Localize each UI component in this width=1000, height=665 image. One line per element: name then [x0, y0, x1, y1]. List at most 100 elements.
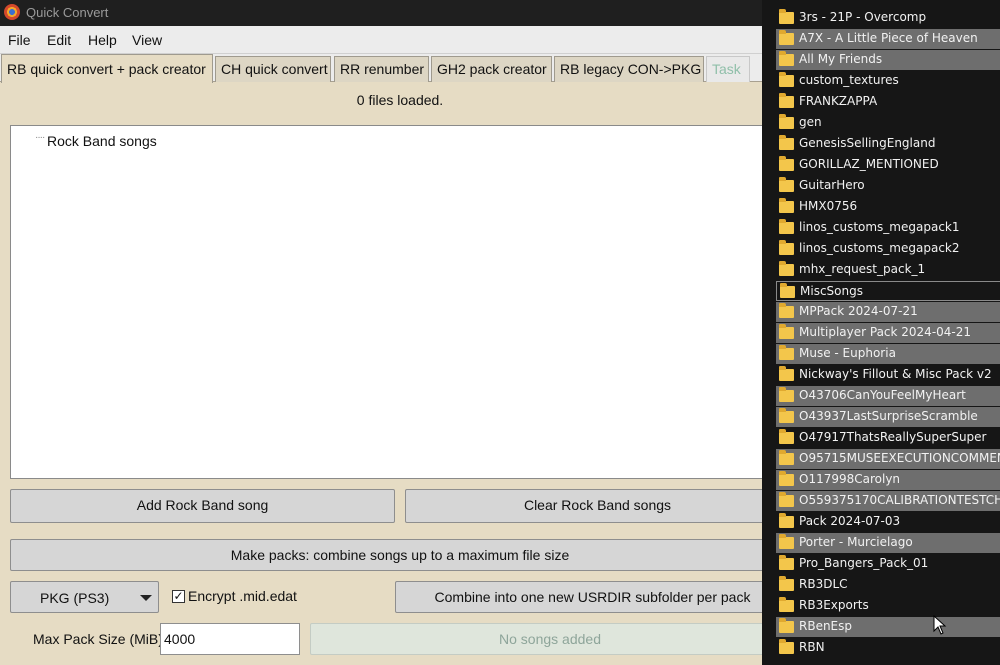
- rock-band-songs-tree[interactable]: ···· Rock Band songs: [10, 125, 762, 479]
- folder-item[interactable]: Multiplayer Pack 2024-04-21: [776, 323, 1000, 343]
- folder-name: O117998Carolyn: [799, 472, 901, 486]
- folder-name: Nickway's Fillout & Misc Pack v2: [799, 367, 992, 381]
- folder-icon: [779, 387, 794, 402]
- chevron-down-icon: [140, 595, 152, 601]
- folder-item[interactable]: O43706CanYouFeelMyHeart: [776, 386, 1000, 406]
- folder-item[interactable]: RB3DLC: [776, 575, 1000, 595]
- folder-name: Pro_Bangers_Pack_01: [799, 556, 929, 570]
- folder-name: linos_customs_megapack2: [799, 241, 960, 255]
- title-bar: Quick Convert: [0, 0, 762, 26]
- folder-item[interactable]: Muse - Euphoria: [776, 344, 1000, 364]
- folder-name: GORILLAZ_MENTIONED: [799, 157, 939, 171]
- folder-name: HMX0756: [799, 199, 858, 213]
- folder-icon: [779, 576, 794, 591]
- folder-item[interactable]: MiscSongs: [776, 281, 1000, 301]
- folder-icon: [779, 408, 794, 423]
- folder-icon: [779, 555, 794, 570]
- folder-item[interactable]: FRANKZAPPA: [776, 92, 1000, 112]
- folder-item[interactable]: RBenEsp: [776, 617, 1000, 637]
- folder-item[interactable]: GuitarHero: [776, 176, 1000, 196]
- folder-icon: [779, 51, 794, 66]
- folder-name: linos_customs_megapack1: [799, 220, 960, 234]
- menu-file[interactable]: File: [8, 32, 31, 48]
- folder-name: O95715MUSEEXECUTIONCOMMENTA: [799, 451, 1000, 465]
- folder-name: MiscSongs: [800, 284, 863, 298]
- tab-rb-legacy-con-pkg[interactable]: RB legacy CON->PKG: [554, 56, 704, 82]
- folder-item[interactable]: Pro_Bangers_Pack_01: [776, 554, 1000, 574]
- folder-item[interactable]: 3rs - 21P - Overcomp: [776, 8, 1000, 28]
- tab-ch-quick-convert[interactable]: CH quick convert: [215, 56, 331, 82]
- platform-dropdown[interactable]: PKG (PS3): [10, 581, 159, 613]
- folder-item[interactable]: linos_customs_megapack1: [776, 218, 1000, 238]
- folder-icon: [779, 9, 794, 24]
- no-songs-added-button[interactable]: No songs added: [310, 623, 762, 655]
- tab-bar: RB quick convert + pack creator CH quick…: [0, 54, 762, 83]
- folder-item[interactable]: GenesisSellingEngland: [776, 134, 1000, 154]
- folder-item[interactable]: O117998Carolyn: [776, 470, 1000, 490]
- folder-item[interactable]: O559375170CALIBRATIONTESTCH: [776, 491, 1000, 511]
- menu-bar: File Edit Help View: [0, 26, 762, 54]
- folder-item[interactable]: linos_customs_megapack2: [776, 239, 1000, 259]
- folder-icon: [779, 639, 794, 654]
- folder-name: Muse - Euphoria: [799, 346, 896, 360]
- folder-item[interactable]: A7X - A Little Piece of Heaven: [776, 29, 1000, 49]
- folder-icon: [779, 366, 794, 381]
- encrypt-label: Encrypt .mid.edat: [188, 588, 297, 604]
- folder-name: Multiplayer Pack 2024-04-21: [799, 325, 972, 339]
- folder-item[interactable]: mhx_request_pack_1: [776, 260, 1000, 280]
- folder-icon: [779, 156, 794, 171]
- folder-item[interactable]: O47917ThatsReallySuperSuper: [776, 428, 1000, 448]
- tab-task[interactable]: Task: [706, 56, 750, 82]
- folder-item[interactable]: RB3Exports: [776, 596, 1000, 616]
- folder-icon: [779, 198, 794, 213]
- folder-item[interactable]: Pack 2024-07-03: [776, 512, 1000, 532]
- folder-name: GuitarHero: [799, 178, 865, 192]
- folder-icon: [779, 240, 794, 255]
- folder-icon: [779, 135, 794, 150]
- folder-item[interactable]: All My Friends: [776, 50, 1000, 70]
- folder-name: GenesisSellingEngland: [799, 136, 936, 150]
- platform-selected: PKG (PS3): [40, 590, 110, 606]
- combine-usrdir-button[interactable]: Combine into one new USRDIR subfolder pe…: [395, 581, 762, 613]
- folder-icon: [779, 114, 794, 129]
- folder-name: custom_textures: [799, 73, 899, 87]
- add-rock-band-song-button[interactable]: Add Rock Band song: [10, 489, 395, 523]
- folder-icon: [779, 429, 794, 444]
- folder-icon: [779, 345, 794, 360]
- folder-name: O559375170CALIBRATIONTESTCH: [799, 493, 1000, 507]
- folder-name: O43937LastSurpriseScramble: [799, 409, 978, 423]
- tab-rb-quick-convert[interactable]: RB quick convert + pack creator: [1, 54, 213, 83]
- quick-convert-window: Quick Convert File Edit Help View RB qui…: [0, 0, 762, 665]
- folder-list-panel: 3rs - 21P - Overcomp A7X - A Little Piece…: [762, 0, 1000, 665]
- make-packs-button[interactable]: Make packs: combine songs up to a maximu…: [10, 539, 762, 571]
- folder-item[interactable]: HMX0756: [776, 197, 1000, 217]
- folder-item[interactable]: MPPack 2024-07-21: [776, 302, 1000, 322]
- menu-help[interactable]: Help: [88, 32, 117, 48]
- folder-name: A7X - A Little Piece of Heaven: [799, 31, 978, 45]
- folder-name: RB3Exports: [799, 598, 869, 612]
- max-pack-size-input[interactable]: [160, 623, 300, 655]
- max-pack-size-label: Max Pack Size (MiB): [33, 631, 163, 647]
- folder-item[interactable]: O43937LastSurpriseScramble: [776, 407, 1000, 427]
- folder-item[interactable]: O95715MUSEEXECUTIONCOMMENTA: [776, 449, 1000, 469]
- folder-name: FRANKZAPPA: [799, 94, 878, 108]
- folder-icon: [779, 303, 794, 318]
- tab-rr-renumber[interactable]: RR renumber: [334, 56, 429, 82]
- folder-icon: [779, 324, 794, 339]
- folder-item[interactable]: custom_textures: [776, 71, 1000, 91]
- clear-rock-band-songs-button[interactable]: Clear Rock Band songs: [405, 489, 762, 523]
- folder-name: All My Friends: [799, 52, 883, 66]
- tab-gh2-pack-creator[interactable]: GH2 pack creator: [431, 56, 552, 82]
- folder-item[interactable]: gen: [776, 113, 1000, 133]
- folder-name: RBN: [799, 640, 825, 654]
- folder-item[interactable]: GORILLAZ_MENTIONED: [776, 155, 1000, 175]
- menu-edit[interactable]: Edit: [47, 32, 71, 48]
- folder-item[interactable]: Porter - Murcielago: [776, 533, 1000, 553]
- folder-item[interactable]: Nickway's Fillout & Misc Pack v2: [776, 365, 1000, 385]
- folder-name: O43706CanYouFeelMyHeart: [799, 388, 966, 402]
- mouse-cursor-icon: [933, 615, 947, 635]
- tree-root-rock-band-songs[interactable]: Rock Band songs: [47, 133, 157, 149]
- folder-name: MPPack 2024-07-21: [799, 304, 918, 318]
- menu-view[interactable]: View: [132, 32, 162, 48]
- folder-item[interactable]: RBN: [776, 638, 1000, 658]
